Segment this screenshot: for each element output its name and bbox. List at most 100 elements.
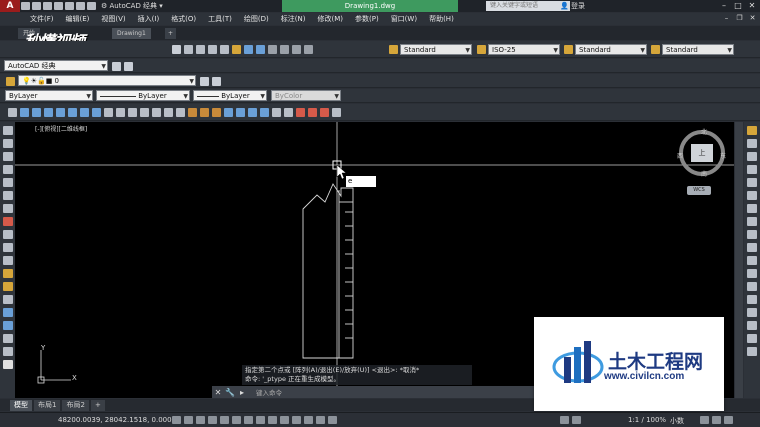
infer-constraints-icon[interactable] [172, 416, 181, 424]
sheet-set-icon[interactable] [268, 45, 277, 54]
minimize-icon[interactable]: – [718, 1, 730, 11]
orbit-icon[interactable] [332, 108, 341, 117]
command-input[interactable]: 键入命令 [256, 387, 282, 397]
blend-curves-icon[interactable] [747, 334, 757, 343]
transparency-icon[interactable] [304, 416, 313, 424]
trim-icon[interactable] [747, 243, 757, 252]
close-command-line-icon[interactable]: ✕ [212, 388, 224, 397]
copy-icon[interactable] [747, 139, 757, 148]
properties-icon[interactable] [232, 45, 241, 54]
help-icon[interactable] [304, 45, 313, 54]
planar-surface-icon[interactable] [116, 108, 125, 117]
viewcube-top-face[interactable]: 上 [691, 144, 713, 162]
extrude-icon[interactable] [128, 108, 137, 117]
workspace-settings-icon[interactable] [112, 62, 121, 71]
viewcube-south[interactable]: 南 [701, 169, 707, 178]
menu-modify[interactable]: 修改(M) [317, 14, 343, 24]
point-icon[interactable] [2, 295, 13, 304]
pyramid-icon[interactable] [80, 108, 89, 117]
maximize-icon[interactable]: □ [732, 1, 744, 11]
join-icon[interactable] [747, 295, 757, 304]
menu-tools[interactable]: 工具(T) [208, 14, 232, 24]
quick-properties-icon[interactable] [316, 416, 325, 424]
coordinates-readout[interactable]: 48200.0039, 28042.1518, 0.0000 [58, 416, 176, 424]
print-icon[interactable] [65, 2, 74, 10]
erase-icon[interactable] [747, 126, 757, 135]
tab-layout1[interactable]: 布局1 [34, 400, 61, 411]
plotstyle-select[interactable]: ByColor ▼ [271, 90, 341, 101]
circle-icon[interactable] [2, 204, 13, 213]
revision-cloud-icon[interactable] [2, 217, 13, 226]
new-tab-button[interactable]: + [165, 28, 177, 39]
explode-icon[interactable] [747, 347, 757, 356]
grid-display-icon[interactable] [196, 416, 205, 424]
line-icon[interactable] [2, 126, 13, 135]
3d-object-snap-icon[interactable] [244, 416, 253, 424]
stretch-icon[interactable] [747, 230, 757, 239]
lineweight-icon[interactable] [292, 416, 301, 424]
object-snap-icon[interactable] [232, 416, 241, 424]
doc-minimize-icon[interactable]: – [721, 14, 732, 24]
sweep-icon[interactable] [152, 108, 161, 117]
break-at-point-icon[interactable] [747, 269, 757, 278]
union-icon[interactable] [188, 108, 197, 117]
object-snap-tracking-icon[interactable] [256, 416, 265, 424]
tool-palettes-icon[interactable] [256, 45, 265, 54]
render-icon[interactable] [308, 108, 317, 117]
workspace-toggle-icon[interactable] [124, 62, 133, 71]
doc-close-icon[interactable]: ✕ [747, 14, 758, 24]
auto-scale-icon[interactable] [572, 416, 581, 424]
intersect-icon[interactable] [212, 108, 221, 117]
tab-model[interactable]: 模型 [10, 400, 32, 411]
chamfer-icon[interactable] [747, 308, 757, 317]
fillet-icon[interactable] [747, 321, 757, 330]
match-properties-icon[interactable] [172, 45, 181, 54]
gradient-icon[interactable] [2, 321, 13, 330]
polyline-icon[interactable] [2, 152, 13, 161]
zoom-window-icon[interactable] [208, 45, 217, 54]
close-icon[interactable]: ✕ [746, 1, 758, 11]
customize-status-icon[interactable] [724, 416, 733, 424]
torus-icon[interactable] [92, 108, 101, 117]
color-select[interactable]: ByLayer ▼ [5, 90, 93, 101]
dynamic-input-field[interactable]: e [346, 176, 376, 187]
extend-icon[interactable] [747, 256, 757, 265]
viewcube-west[interactable]: 西 [677, 151, 683, 160]
menu-parametric[interactable]: 参数(P) [355, 14, 379, 24]
rotate-icon[interactable] [747, 204, 757, 213]
vertical-scrollbar[interactable] [735, 122, 743, 398]
ucs-world-icon[interactable] [284, 108, 293, 117]
customize-icon[interactable]: 🔧 [224, 388, 236, 397]
move-icon[interactable] [747, 191, 757, 200]
viewcube-east[interactable]: 东 [720, 151, 726, 160]
application-menu-button[interactable]: A [0, 0, 20, 12]
menu-edit[interactable]: 编辑(E) [66, 14, 90, 24]
ucs-icon[interactable] [272, 108, 281, 117]
break-icon[interactable] [747, 282, 757, 291]
ellipse-arc-icon[interactable] [2, 256, 13, 265]
menu-draw[interactable]: 绘图(D) [244, 14, 269, 24]
dimension-style-select[interactable]: ISO-25 ▼ [488, 44, 560, 55]
menu-format[interactable]: 格式(O) [171, 14, 196, 24]
open-file-icon[interactable] [32, 2, 41, 10]
insert-block-icon[interactable] [2, 269, 13, 278]
lineweight-select[interactable]: ByLayer ▼ [193, 90, 267, 101]
helix-icon[interactable] [104, 108, 113, 117]
calculator-icon[interactable] [292, 45, 301, 54]
new-file-icon[interactable] [21, 2, 30, 10]
layer-previous-icon[interactable] [212, 77, 221, 86]
polygon-icon[interactable] [2, 165, 13, 174]
redo-icon[interactable] [87, 2, 96, 10]
linetype-select[interactable]: ByLayer ▼ [96, 90, 190, 101]
login-button[interactable]: 👤 登录 [560, 0, 585, 12]
clean-screen-icon[interactable] [712, 416, 721, 424]
menu-window[interactable]: 窗口(W) [391, 14, 417, 24]
multiline-text-icon[interactable] [2, 360, 13, 369]
workspace-switcher[interactable]: ⚙ AutoCAD 经典 ▾ [101, 1, 163, 11]
loft-icon[interactable] [176, 108, 185, 117]
tab-layout2[interactable]: 布局2 [62, 400, 89, 411]
save-as-icon[interactable] [54, 2, 63, 10]
viewcube-north[interactable]: 北 [701, 127, 707, 136]
annotation-visibility-icon[interactable] [560, 416, 569, 424]
ellipse-icon[interactable] [2, 243, 13, 252]
